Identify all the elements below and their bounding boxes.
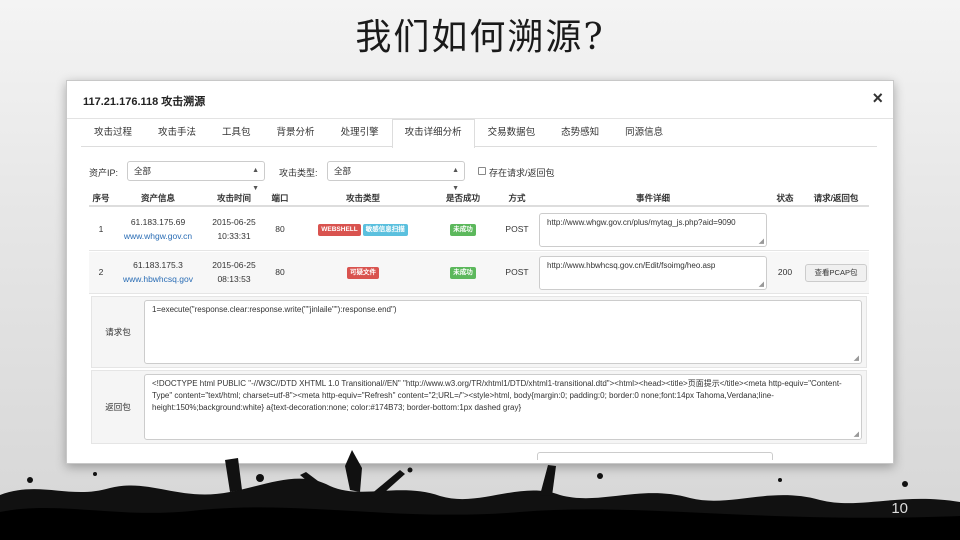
request-packet-label: 请求包 [105, 327, 131, 337]
col-time: 攻击时间 [216, 193, 251, 203]
asset-info: 61.183.175.3 www.hbwhcsq.gov [113, 258, 203, 286]
tab-toolkit[interactable]: 工具包 [209, 119, 264, 147]
response-packet-panel: 返回包 <!DOCTYPE html PUBLIC "-//W3C//DTD X… [91, 370, 867, 444]
table-row[interactable]: 2 61.183.175.3 www.hbwhcsq.gov 2015-06-2… [89, 252, 869, 294]
attack-time: 2015-06-25 10:33:31 [203, 215, 265, 243]
tab-processing-engine[interactable]: 处理引擎 [328, 119, 392, 147]
attack-type-value: 全部 [334, 166, 352, 176]
asset-ip-label: 资产IP: [89, 168, 119, 178]
attack-date: 2015-06-25 [212, 260, 256, 270]
filter-bar: 资产IP: 全部 ▲ ▼ 攻击类型: 全部 ▲ ▼ 存在请求/返回包 [89, 161, 869, 192]
close-icon[interactable]: × [872, 89, 883, 107]
tab-attack-detail-analysis[interactable]: 攻击详细分析 [391, 119, 475, 148]
tab-background-analysis[interactable]: 背景分析 [264, 119, 328, 147]
asset-ip: 61.183.175.3 [133, 260, 183, 270]
attack-type-badge: 可疑文件 [347, 267, 379, 279]
success-badge: 未成功 [450, 224, 476, 236]
tab-attack-process[interactable]: 攻击过程 [81, 119, 145, 147]
tab-transaction-packets[interactable]: 交易数据包 [475, 119, 549, 147]
has-packets-checkbox[interactable] [478, 167, 486, 175]
asset-domain-link[interactable]: www.hbwhcsq.gov [113, 272, 203, 286]
attack-type-badge: WEBSHELL [318, 224, 361, 236]
ink-splash-decoration [0, 450, 960, 540]
request-packet-panel: 请求包 1=execute("response.clear:response.w… [91, 296, 867, 368]
attack-clock: 10:33:31 [217, 231, 251, 241]
slide-number: 10 [891, 500, 908, 517]
event-detail-textarea[interactable]: http://www.hbwhcsq.gov.cn/Edit/fsoimg/he… [539, 256, 767, 290]
modal-header: 117.21.176.118 攻击溯源 × [67, 81, 893, 119]
col-port: 端口 [271, 193, 289, 203]
attack-type-badge: 敏感信息扫描 [362, 224, 408, 236]
asset-info: 61.183.175.69 www.whgw.gov.cn [113, 215, 203, 243]
table-header: 序号 资产信息 攻击时间 端口 攻击类型 是否成功 方式 事件详细 状态 请求/… [89, 192, 869, 207]
attack-trace-modal: 117.21.176.118 攻击溯源 × 攻击过程 攻击手法 工具包 背景分析… [66, 80, 894, 464]
success-badge-cell: 未成功 [431, 223, 495, 236]
event-detail-text: http://www.hbwhcsq.gov.cn/Edit/fsoimg/he… [547, 261, 716, 270]
asset-ip-select[interactable]: 全部 ▲ ▼ [127, 161, 265, 192]
event-detail-text: http://www.whgw.gov.cn/plus/mytag_js.php… [547, 218, 736, 227]
col-asset: 资产信息 [140, 193, 175, 203]
attack-date: 2015-06-25 [212, 217, 256, 227]
resize-handle-icon[interactable]: ◢ [759, 238, 764, 245]
event-detail-textarea[interactable]: http://www.whgw.gov.cn/plus/mytag_js.php… [539, 213, 767, 247]
attack-time: 2015-06-25 08:13:53 [203, 258, 265, 286]
attack-type-select[interactable]: 全部 ▲ ▼ [327, 161, 465, 192]
has-packets-label: 存在请求/返回包 [489, 168, 555, 178]
attack-type-badges: 可疑文件 [295, 266, 431, 279]
http-method: POST [505, 267, 529, 277]
request-packet-content: 1=execute("response.clear:response.write… [152, 305, 397, 314]
table-row[interactable]: 1 61.183.175.69 www.whgw.gov.cn 2015-06-… [89, 209, 869, 251]
asset-domain-link[interactable]: www.whgw.gov.cn [113, 229, 203, 243]
asset-ip-value: 全部 [134, 166, 152, 176]
tab-bar: 攻击过程 攻击手法 工具包 背景分析 处理引擎 攻击详细分析 交易数据包 态势感… [81, 119, 877, 148]
status-code: 200 [777, 267, 793, 277]
port: 80 [275, 224, 285, 234]
modal-title: 117.21.176.118 攻击溯源 [83, 96, 206, 108]
response-packet-label: 返回包 [105, 402, 131, 412]
col-method: 方式 [508, 193, 526, 203]
attack-type-label: 攻击类型: [279, 168, 318, 178]
attack-type-badges: WEBSHELL 敏感信息扫描 [295, 223, 431, 236]
resize-handle-icon[interactable]: ◢ [854, 431, 859, 438]
view-pcap-button[interactable]: 查看PCAP包 [805, 264, 867, 282]
attack-clock: 08:13:53 [217, 274, 251, 284]
success-badge-cell: 未成功 [431, 266, 495, 279]
slide-title: 我们如何溯源? [355, 17, 605, 58]
tab-attack-method[interactable]: 攻击手法 [145, 119, 209, 147]
col-status: 状态 [776, 193, 794, 203]
resize-handle-icon[interactable]: ◢ [759, 281, 764, 288]
port: 80 [275, 267, 285, 277]
col-index: 序号 [92, 193, 110, 203]
row-index: 2 [98, 267, 104, 277]
tab-homologous-info[interactable]: 同源信息 [612, 119, 676, 147]
response-packet-content: <!DOCTYPE html PUBLIC "-//W3C//DTD XHTML… [152, 379, 842, 412]
col-success: 是否成功 [445, 193, 480, 203]
resize-handle-icon[interactable]: ◢ [854, 355, 859, 362]
col-packets: 请求/返回包 [813, 193, 859, 203]
row-index: 1 [98, 224, 104, 234]
request-packet-textarea[interactable]: 1=execute("response.clear:response.write… [144, 300, 862, 364]
response-packet-textarea[interactable]: <!DOCTYPE html PUBLIC "-//W3C//DTD XHTML… [144, 374, 862, 440]
asset-ip: 61.183.175.69 [130, 217, 186, 227]
col-detail: 事件详细 [635, 193, 670, 203]
tab-situational-awareness[interactable]: 态势感知 [548, 119, 612, 147]
http-method: POST [505, 224, 529, 234]
success-badge: 未成功 [450, 267, 476, 279]
col-attack-type: 攻击类型 [345, 193, 380, 203]
